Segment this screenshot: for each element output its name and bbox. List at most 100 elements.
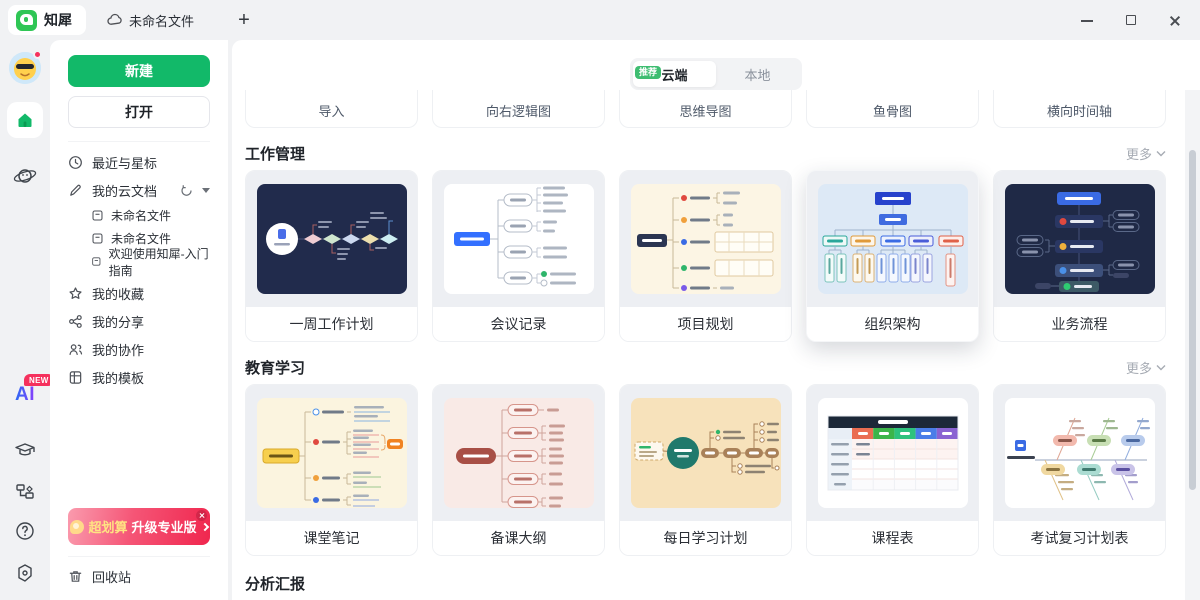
template-name: 一周工作计划 — [246, 307, 417, 341]
template-scroll-area: 导入 向右逻辑图 思维导图 鱼骨图 横向时间轴 工作管理 更多 — [245, 90, 1185, 600]
sidebar-item-trash[interactable]: 回收站 — [68, 562, 210, 590]
sidebar-item-collaboration[interactable]: 我的协作 — [68, 335, 210, 363]
template-icon — [68, 370, 83, 385]
sidebar-item-label: 回收站 — [92, 567, 131, 586]
chevron-down-icon — [1156, 150, 1166, 157]
sidebar-item-shares[interactable]: 我的分享 — [68, 307, 210, 335]
sidebar-item-label: 最近与星标 — [92, 153, 157, 172]
recommend-badge: 推荐 — [635, 66, 661, 79]
toggle-local[interactable]: 本地 — [716, 61, 799, 87]
sidebar-divider — [68, 141, 210, 142]
zhixi-app-window: 知犀 未命名文件 + — [0, 0, 1200, 600]
open-document-button[interactable]: 打开 — [68, 96, 210, 128]
graduation-cap-icon[interactable] — [14, 440, 36, 465]
close-icon[interactable] — [1168, 13, 1182, 27]
template-type-right-logic[interactable]: 向右逻辑图 — [432, 90, 605, 128]
pencil-icon — [68, 183, 83, 198]
chevron-down-icon[interactable] — [202, 188, 210, 193]
flowchart-icon[interactable] — [15, 482, 35, 507]
template-card-daily-study-plan[interactable]: 每日学习计划 — [619, 384, 792, 556]
template-name: 每日学习计划 — [620, 521, 791, 555]
ai-button[interactable]: NEW AI — [15, 384, 35, 406]
sidebar-doc-item[interactable]: 欢迎使用知犀-入门指南 — [68, 250, 210, 273]
template-name: 备课大纲 — [433, 521, 604, 555]
scrollbar-thumb[interactable] — [1189, 150, 1196, 490]
refresh-icon[interactable] — [180, 184, 193, 197]
template-cards-education: 课堂笔记 — [245, 384, 1185, 556]
sidebar-item-templates[interactable]: 我的模板 — [68, 363, 210, 391]
minimize-icon[interactable] — [1080, 13, 1094, 27]
template-name: 课堂笔记 — [246, 521, 417, 555]
main-content: 推荐 云端 本地 导入 向右逻辑图 思维导图 鱼骨图 横向时间轴 工作管理 更多 — [232, 40, 1200, 600]
sidebar-item-label: 我的收藏 — [92, 284, 144, 303]
template-card-timetable[interactable]: 课程表 — [806, 384, 979, 556]
planet-icon[interactable] — [12, 164, 38, 193]
section-title: 工作管理 — [245, 143, 305, 164]
template-card-lesson-outline[interactable]: 备课大纲 — [432, 384, 605, 556]
new-tab-button[interactable]: + — [232, 10, 256, 30]
template-name: 考试复习计划表 — [994, 521, 1165, 555]
doc-title: 欢迎使用知犀-入门指南 — [109, 245, 210, 279]
template-card-org-chart[interactable]: 组织架构 — [806, 170, 979, 342]
template-thumbnail — [631, 398, 781, 508]
sidebar-item-label: 我的云文档 — [92, 181, 157, 200]
new-document-button[interactable]: 新建 — [68, 55, 210, 87]
template-type-fishbone[interactable]: 鱼骨图 — [806, 90, 979, 128]
collaboration-icon — [68, 342, 83, 357]
section-title: 分析汇报 — [245, 573, 305, 594]
sidebar-item-favorites[interactable]: 我的收藏 — [68, 279, 210, 307]
template-card-exam-review-plan[interactable]: 考试复习计划表 — [993, 384, 1166, 556]
template-thumbnail — [818, 398, 968, 508]
avatar[interactable] — [9, 52, 41, 84]
template-thumbnail — [818, 184, 968, 294]
more-button[interactable]: 更多 — [1126, 358, 1166, 377]
template-type-import[interactable]: 导入 — [245, 90, 418, 128]
share-icon — [68, 314, 83, 329]
template-name: 课程表 — [807, 521, 978, 555]
doc-title: 未命名文件 — [111, 207, 171, 224]
help-icon[interactable] — [14, 520, 36, 547]
section-header-education: 教育学习 更多 — [245, 358, 1166, 376]
more-button[interactable]: 更多 — [1126, 144, 1166, 163]
cloud-icon — [106, 12, 122, 28]
app-logo-tab[interactable]: 知犀 — [8, 5, 86, 35]
storage-toggle: 推荐 云端 本地 — [630, 58, 802, 90]
template-type-row: 导入 向右逻辑图 思维导图 鱼骨图 横向时间轴 — [245, 90, 1185, 128]
sidebar-doc-item[interactable]: 未命名文件 — [68, 204, 210, 227]
upgrade-promo-banner[interactable]: 超划算 升级专业版 — [68, 508, 210, 545]
promo-highlight: 超划算 — [88, 517, 127, 536]
section-title: 教育学习 — [245, 357, 305, 378]
maximize-icon[interactable] — [1124, 13, 1138, 27]
template-card-meeting-notes[interactable]: 会议记录 — [432, 170, 605, 342]
template-card-class-notes[interactable]: 课堂笔记 — [245, 384, 418, 556]
document-icon — [91, 255, 102, 268]
section-header-work: 工作管理 更多 — [245, 144, 1166, 162]
sidebar-item-recent[interactable]: 最近与星标 — [68, 148, 210, 176]
promo-text: 升级专业版 — [132, 517, 197, 536]
template-thumbnail — [444, 398, 594, 508]
sidebar-item-label: 我的模板 — [92, 368, 144, 387]
star-icon — [68, 286, 83, 301]
window-controls — [1080, 13, 1182, 27]
template-name: 会议记录 — [433, 307, 604, 341]
template-name: 业务流程 — [994, 307, 1165, 341]
storage-toggle-row: 推荐 云端 本地 — [232, 40, 1200, 90]
left-rail: NEW AI — [0, 40, 50, 600]
sidebar-item-cloud-docs[interactable]: 我的云文档 — [68, 176, 210, 204]
home-icon[interactable] — [7, 102, 43, 138]
template-card-business-flow[interactable]: 业务流程 — [993, 170, 1166, 342]
template-type-mindmap[interactable]: 思维导图 — [619, 90, 792, 128]
template-card-project-plan[interactable]: 项目规划 — [619, 170, 792, 342]
scrollbar-track[interactable] — [1185, 90, 1200, 600]
doc-tab[interactable]: 未命名文件 — [106, 11, 194, 30]
template-thumbnail — [257, 398, 407, 508]
template-card-weekly-plan[interactable]: 一周工作计划 — [245, 170, 418, 342]
document-icon — [91, 232, 104, 245]
chevron-right-icon — [200, 522, 208, 530]
sidebar-item-label: 我的分享 — [92, 312, 144, 331]
template-thumbnail — [1005, 398, 1155, 508]
template-type-timeline[interactable]: 横向时间轴 — [993, 90, 1166, 128]
settings-icon[interactable] — [14, 562, 36, 589]
close-icon[interactable] — [196, 510, 207, 521]
template-name: 组织架构 — [807, 307, 978, 341]
